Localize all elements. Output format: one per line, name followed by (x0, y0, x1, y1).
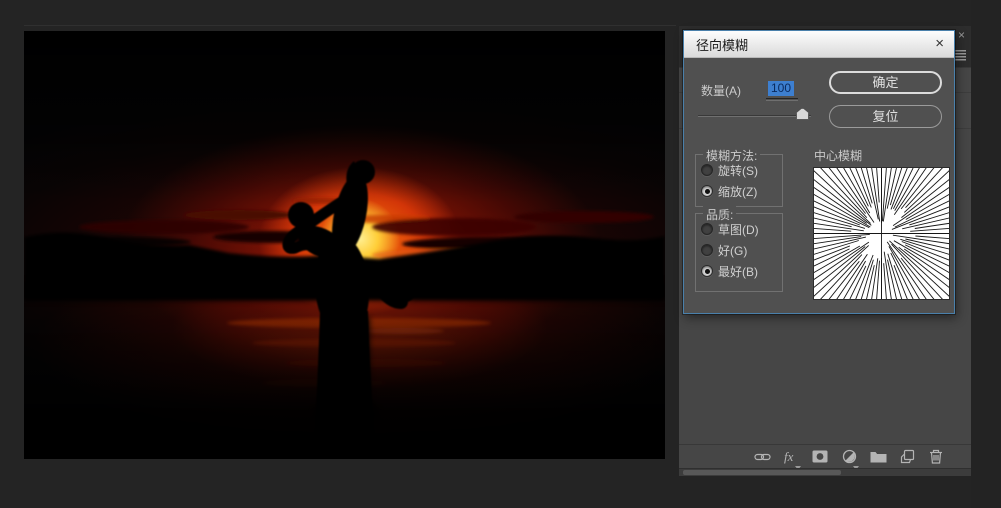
document-canvas-image (24, 31, 665, 459)
quality-group: 品质: 草图(D) 好(G) 最好(B) (695, 206, 783, 292)
workspace-right-edge (971, 0, 1001, 508)
amount-value-field[interactable]: 100 (768, 81, 795, 96)
fx-icon[interactable]: fx (782, 449, 801, 470)
panel-scrollbar[interactable] (679, 468, 971, 476)
radio-best-circle[interactable] (701, 265, 713, 277)
new-layer-icon[interactable] (898, 449, 916, 465)
radio-good-circle[interactable] (701, 244, 713, 256)
radio-best[interactable]: 最好(B) (701, 263, 758, 279)
ok-button[interactable]: 确定 (829, 71, 942, 94)
group-folder-icon[interactable] (869, 449, 887, 465)
radio-spin[interactable]: 旋转(S) (701, 162, 758, 178)
dialog-titlebar[interactable]: 径向模糊 × (684, 31, 954, 58)
radio-good[interactable]: 好(G) (701, 242, 747, 258)
blur-center-preview[interactable] (814, 168, 949, 299)
amount-label: 数量(A) (701, 84, 741, 98)
dialog-close-icon[interactable]: × (935, 35, 944, 53)
radio-zoom[interactable]: 缩放(Z) (701, 183, 757, 199)
adjustment-layer-icon[interactable] (840, 449, 859, 470)
panel-close-icon[interactable]: × (958, 28, 965, 42)
layer-mask-icon[interactable] (811, 449, 829, 465)
radio-zoom-circle[interactable] (701, 185, 713, 197)
slider-track[interactable] (698, 115, 811, 117)
link-icon[interactable] (753, 449, 771, 465)
radio-spin-circle[interactable] (701, 164, 713, 176)
layers-panel-iconbar: fx (679, 444, 971, 470)
radial-blur-dialog: 径向模糊 × 数量(A) 100 确定 复位 模糊方法: 旋转(S) 缩放(Z)… (683, 30, 955, 314)
slider-handle[interactable] (796, 108, 809, 120)
photoshop-workspace: × fx 径向模糊 × 数量(A) 100 确定 复位 模糊方法: 旋转(S) … (0, 0, 1001, 508)
dialog-title: 径向模糊 (696, 37, 749, 53)
photo-vignette (24, 31, 665, 459)
delete-layer-icon[interactable] (927, 449, 945, 465)
radio-draft[interactable]: 草图(D) (701, 221, 759, 237)
blur-center-label: 中心模糊 (814, 149, 863, 163)
blur-method-group: 模糊方法: 旋转(S) 缩放(Z) (695, 147, 783, 207)
document-frame-line (24, 25, 676, 26)
fx-glyph: fx (784, 449, 794, 464)
reset-button[interactable]: 复位 (829, 105, 942, 128)
dialog-body: 数量(A) 100 确定 复位 模糊方法: 旋转(S) 缩放(Z) 品质: 草图… (684, 58, 954, 313)
radio-draft-circle[interactable] (701, 223, 713, 235)
amount-field-underline (766, 98, 798, 101)
blur-center-preview-lines (814, 168, 949, 299)
amount-slider[interactable] (698, 106, 811, 122)
